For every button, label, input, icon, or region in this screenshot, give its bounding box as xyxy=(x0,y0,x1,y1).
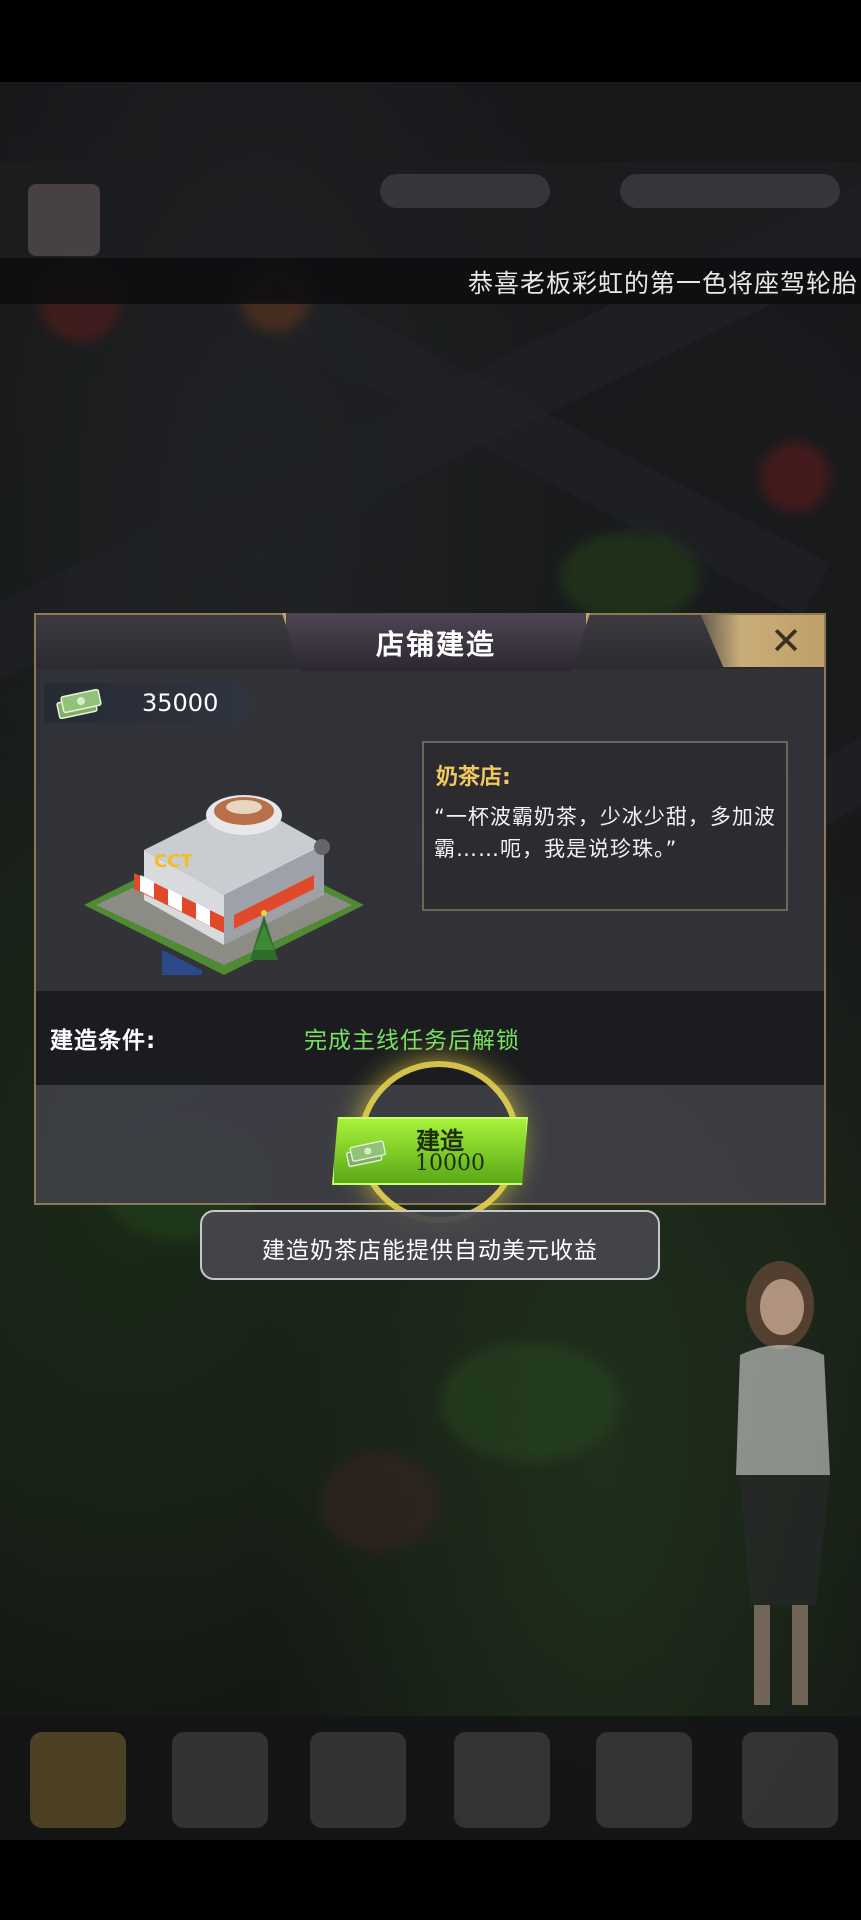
build-cost: 10000 xyxy=(415,1151,485,1176)
navigation-bar xyxy=(0,1840,861,1920)
shop-description: “一杯波霸奶茶，少冰少甜，多加波霸……呃，我是说珍珠。” xyxy=(434,805,776,861)
player-avatar[interactable] xyxy=(28,184,100,256)
guide-character xyxy=(736,1261,830,1705)
status-bar xyxy=(0,0,861,82)
money-stack-icon xyxy=(56,688,102,719)
nav-item[interactable] xyxy=(172,1732,268,1828)
shop-build-dialog: ✕ 店铺建造 35000 CCT 奶茶店: “一杯波霸奶茶，少冰少甜，多加波霸…… xyxy=(34,613,826,1223)
condition-label: 建造条件: xyxy=(50,1028,157,1054)
money-display: 35000 xyxy=(44,683,250,723)
title-tab: 店铺建造 xyxy=(282,613,590,671)
condition-value: 完成主线任务后解锁 xyxy=(304,1028,520,1054)
shop-name: 奶茶店: xyxy=(436,765,511,790)
ticker-text: 恭喜老板彩虹的第一色将座驾轮胎 xyxy=(468,269,859,298)
bottom-nav xyxy=(0,1716,861,1840)
money-value: 35000 xyxy=(142,689,219,717)
milk-tea-shop-icon: CCT xyxy=(84,795,364,975)
nav-item[interactable] xyxy=(596,1732,692,1828)
nav-item-shop[interactable] xyxy=(30,1732,126,1828)
news-ticker: 恭喜老板彩虹的第一色将座驾轮胎 xyxy=(0,258,861,304)
currency-pill xyxy=(380,174,550,208)
dialog-title: 店铺建造 xyxy=(375,628,496,661)
build-button[interactable]: 建造 10000 xyxy=(332,1117,528,1185)
svg-text:CCT: CCT xyxy=(154,851,193,872)
currency-pill xyxy=(620,174,840,208)
nav-item[interactable] xyxy=(742,1732,838,1828)
tutorial-tip: 建造奶茶店能提供自动美元收益 xyxy=(200,1210,660,1280)
tip-text: 建造奶茶店能提供自动美元收益 xyxy=(262,1238,598,1264)
nav-item[interactable] xyxy=(454,1732,550,1828)
shop-description-box: 奶茶店: “一杯波霸奶茶，少冰少甜，多加波霸……呃，我是说珍珠。” xyxy=(422,741,788,911)
nav-item[interactable] xyxy=(310,1732,406,1828)
close-icon[interactable]: ✕ xyxy=(758,617,814,665)
